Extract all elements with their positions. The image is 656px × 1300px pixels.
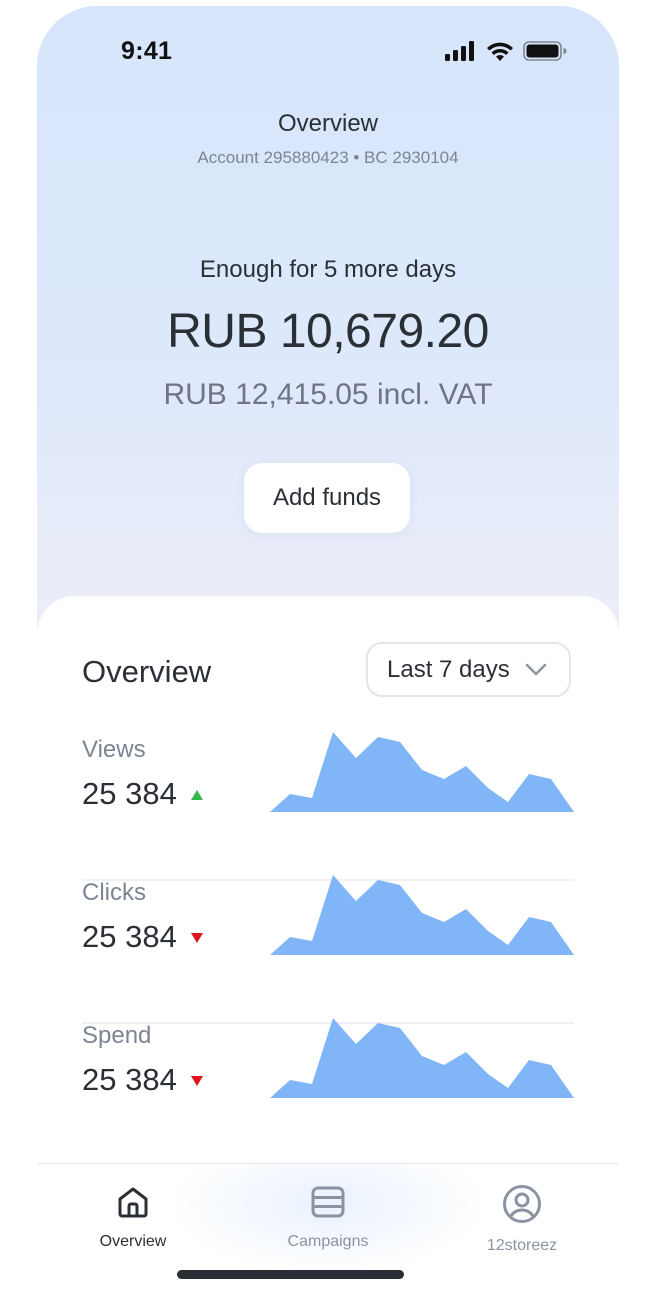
- tab-overview[interactable]: Overview: [53, 1184, 213, 1251]
- period-label: Last 7 days: [387, 655, 510, 683]
- tab-campaigns[interactable]: Campaigns: [248, 1184, 408, 1251]
- spend-sparkline-chart: [270, 1018, 574, 1098]
- chevron-down-icon: [525, 663, 547, 675]
- trend-up-icon: [190, 790, 203, 800]
- tab-profile[interactable]: 12storeez: [442, 1184, 602, 1255]
- metric-value: 25 384: [82, 919, 177, 954]
- wifi-icon: [487, 42, 513, 61]
- metric-clicks[interactable]: Clicks 25 384: [82, 875, 574, 1024]
- battery-icon: [523, 41, 567, 61]
- home-icon: [118, 1187, 148, 1218]
- clicks-sparkline-chart: [270, 875, 574, 955]
- status-icons: [445, 39, 567, 63]
- balance-amount-vat: RUB 12,415.05 incl. VAT: [163, 378, 493, 411]
- metric-value-row: 25 384: [82, 1062, 203, 1098]
- overview-title: Overview: [82, 654, 212, 689]
- campaigns-icon: [311, 1186, 345, 1218]
- metric-value-row: 25 384: [82, 919, 203, 955]
- account-subtitle: Account 295880423 • BC 2930104: [197, 148, 459, 167]
- phone-screen: 9:41 Overview Account 295880423 • BC 293…: [37, 6, 619, 1296]
- profile-icon: [503, 1185, 541, 1223]
- balance-note: Enough for 5 more days: [199, 256, 457, 283]
- tab-label: Overview: [99, 1233, 167, 1250]
- metric-label: Clicks: [82, 879, 146, 906]
- metric-label: Spend: [82, 1022, 152, 1049]
- signal-icon: [445, 41, 474, 61]
- status-time: 9:41: [121, 37, 173, 65]
- metric-spend[interactable]: Spend 25 384: [82, 1018, 574, 1167]
- metric-value: 25 384: [82, 776, 177, 811]
- metric-value-row: 25 384: [82, 776, 203, 812]
- balance-amount: RUB 10,679.20: [167, 305, 489, 358]
- views-sparkline-chart: [270, 732, 574, 812]
- trend-down-icon: [190, 933, 203, 943]
- status-bar: 9:41: [37, 6, 619, 96]
- account-header: Overview Account 295880423 • BC 2930104: [37, 110, 619, 168]
- tab-label: Campaigns: [287, 1233, 369, 1250]
- page-title: Overview: [277, 110, 379, 137]
- metric-value: 25 384: [82, 1062, 177, 1097]
- tab-label: 12storeez: [486, 1237, 558, 1254]
- metric-views[interactable]: Views 25 384: [82, 732, 574, 881]
- period-dropdown[interactable]: Last 7 days: [366, 642, 571, 697]
- trend-down-icon: [190, 1076, 203, 1086]
- home-indicator[interactable]: [177, 1270, 404, 1279]
- metric-label: Views: [82, 736, 146, 763]
- add-funds-button[interactable]: Add funds: [244, 463, 410, 533]
